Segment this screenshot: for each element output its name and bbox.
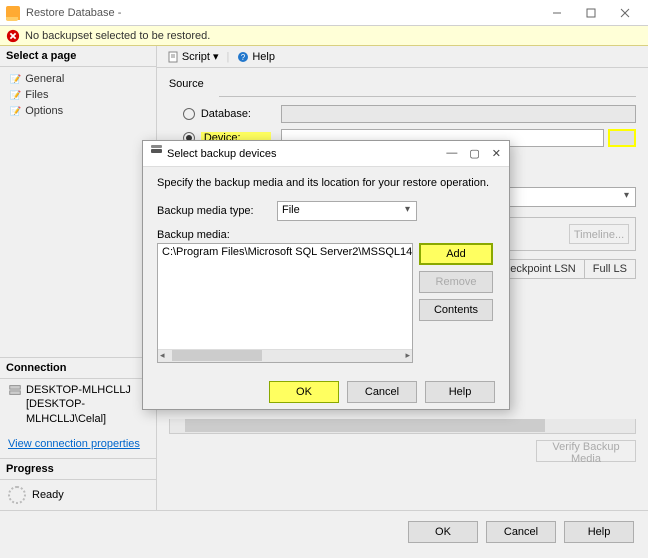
media-item[interactable]: C:\Program Files\Microsoft SQL Server2\M… <box>158 244 412 260</box>
svg-text:?: ? <box>241 53 246 62</box>
modal-minimize-button[interactable]: — <box>446 147 457 160</box>
script-icon <box>167 51 179 63</box>
source-database-row: Database: <box>169 105 636 123</box>
maximize-button[interactable] <box>574 1 608 25</box>
connection-section: Connection DESKTOP-MLHCLLJ [DESKTOP-MLHC… <box>0 357 156 458</box>
select-backup-devices-dialog: Select backup devices — ▢ ✕ Specify the … <box>142 140 510 410</box>
main-ok-button[interactable]: OK <box>408 521 478 543</box>
close-button[interactable] <box>608 1 642 25</box>
col-full: Full LS <box>585 260 635 278</box>
server-icon <box>8 383 22 397</box>
pages-header: Select a page <box>0 46 156 67</box>
progress-status: Ready <box>32 489 64 501</box>
source-label: Source <box>169 78 636 90</box>
timeline-button: Timeline... <box>569 224 629 244</box>
window-controls <box>540 1 642 25</box>
contents-button[interactable]: Contents <box>419 299 493 321</box>
media-list-label: Backup media: <box>157 229 495 241</box>
page-general[interactable]: General <box>0 71 156 87</box>
source-database-radio[interactable] <box>183 108 195 120</box>
add-button[interactable]: Add <box>419 243 493 265</box>
connection-user: [DESKTOP-MLHCLLJ\Celal] <box>26 397 148 426</box>
modal-footer: OK Cancel Help <box>143 373 509 411</box>
page-files[interactable]: Files <box>0 87 156 103</box>
browse-device-button[interactable] <box>608 129 636 147</box>
modal-ok-button[interactable]: OK <box>269 381 339 403</box>
modal-maximize-button[interactable]: ▢ <box>469 147 479 160</box>
page-options[interactable]: Options <box>0 103 156 119</box>
script-button[interactable]: Script ▾ <box>163 48 223 65</box>
media-type-label: Backup media type: <box>157 205 277 217</box>
error-icon <box>6 29 20 43</box>
remove-button: Remove <box>419 271 493 293</box>
modal-description: Specify the backup media and its locatio… <box>157 177 495 189</box>
titlebar: Restore Database - <box>0 0 648 26</box>
warning-text: No backupset selected to be restored. <box>25 30 210 42</box>
connection-header: Connection <box>0 358 156 379</box>
modal-titlebar: Select backup devices — ▢ ✕ <box>143 141 509 167</box>
warning-bar: No backupset selected to be restored. <box>0 26 648 46</box>
minimize-button[interactable] <box>540 1 574 25</box>
media-list-hscroll[interactable] <box>158 349 412 362</box>
verify-backup-button: Verify Backup Media <box>536 440 636 462</box>
source-database-label: Database: <box>201 108 271 120</box>
modal-close-button[interactable]: ✕ <box>492 147 501 160</box>
progress-spinner-icon <box>8 486 26 504</box>
view-connection-link[interactable]: View connection properties <box>0 430 148 458</box>
modal-title: Select backup devices <box>167 148 446 160</box>
main-cancel-button[interactable]: Cancel <box>486 521 556 543</box>
grid-hscroll[interactable] <box>169 419 636 434</box>
main-footer: OK Cancel Help <box>0 510 648 552</box>
window-title: Restore Database - <box>26 7 540 19</box>
media-list[interactable]: C:\Program Files\Microsoft SQL Server2\M… <box>157 243 413 363</box>
modal-cancel-button[interactable]: Cancel <box>347 381 417 403</box>
toolbar: Script ▾ | ? Help <box>157 46 648 68</box>
source-database-input <box>281 105 636 123</box>
help-button[interactable]: ? Help <box>233 49 279 65</box>
main-help-button[interactable]: Help <box>564 521 634 543</box>
disk-icon <box>151 149 162 153</box>
connection-server: DESKTOP-MLHCLLJ <box>26 383 148 397</box>
help-icon: ? <box>237 51 249 63</box>
page-list: General Files Options <box>0 67 156 123</box>
progress-header: Progress <box>0 459 156 480</box>
left-panel: Select a page General Files Options Conn… <box>0 46 157 510</box>
modal-help-button[interactable]: Help <box>425 381 495 403</box>
progress-section: Progress Ready <box>0 458 156 510</box>
media-type-select[interactable]: File <box>277 201 417 221</box>
app-icon <box>6 6 20 20</box>
